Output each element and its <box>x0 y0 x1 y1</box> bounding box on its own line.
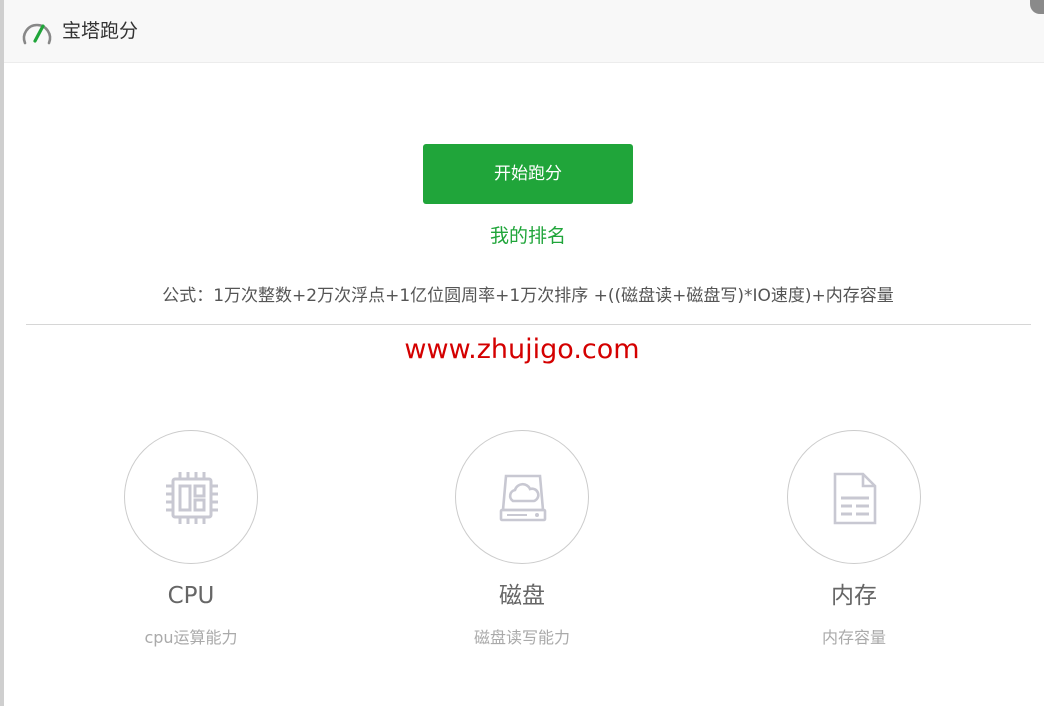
memory-icon-circle <box>787 430 921 564</box>
cpu-title: CPU <box>167 583 215 609</box>
scoring-formula: 公式：1万次整数+2万次浮点+1亿位圆周率+1万次排序 +((磁盘读+磁盘写)*… <box>162 286 894 306</box>
disk-icon-circle <box>455 430 589 564</box>
memory-document-icon <box>833 472 877 525</box>
memory-title: 内存 <box>831 583 877 609</box>
window-left-edge <box>0 0 4 706</box>
cpu-icon-circle <box>124 430 258 564</box>
window-title: 宝塔跑分 <box>62 20 139 42</box>
cloud-disk-icon <box>499 474 547 522</box>
memory-subtitle: 内存容量 <box>821 628 886 647</box>
disk-title: 磁盘 <box>499 583 545 609</box>
divider <box>26 324 1031 325</box>
watermark-text: www.zhujigo.com <box>404 334 640 365</box>
speedometer-icon <box>20 17 54 47</box>
my-ranking-link[interactable]: 我的排名 <box>436 222 620 250</box>
disk-subtitle: 磁盘读写能力 <box>473 628 570 647</box>
benchmark-window: 宝塔跑分 开始跑分 我的排名 公式：1万次整数+2万次浮点+1亿位圆周率+1万次… <box>0 0 1044 706</box>
start-benchmark-button[interactable]: 开始跑分 <box>423 144 633 204</box>
window-titlebar: 宝塔跑分 <box>4 0 1044 63</box>
cpu-chip-icon <box>166 472 218 524</box>
cpu-subtitle: cpu运算能力 <box>144 628 238 647</box>
